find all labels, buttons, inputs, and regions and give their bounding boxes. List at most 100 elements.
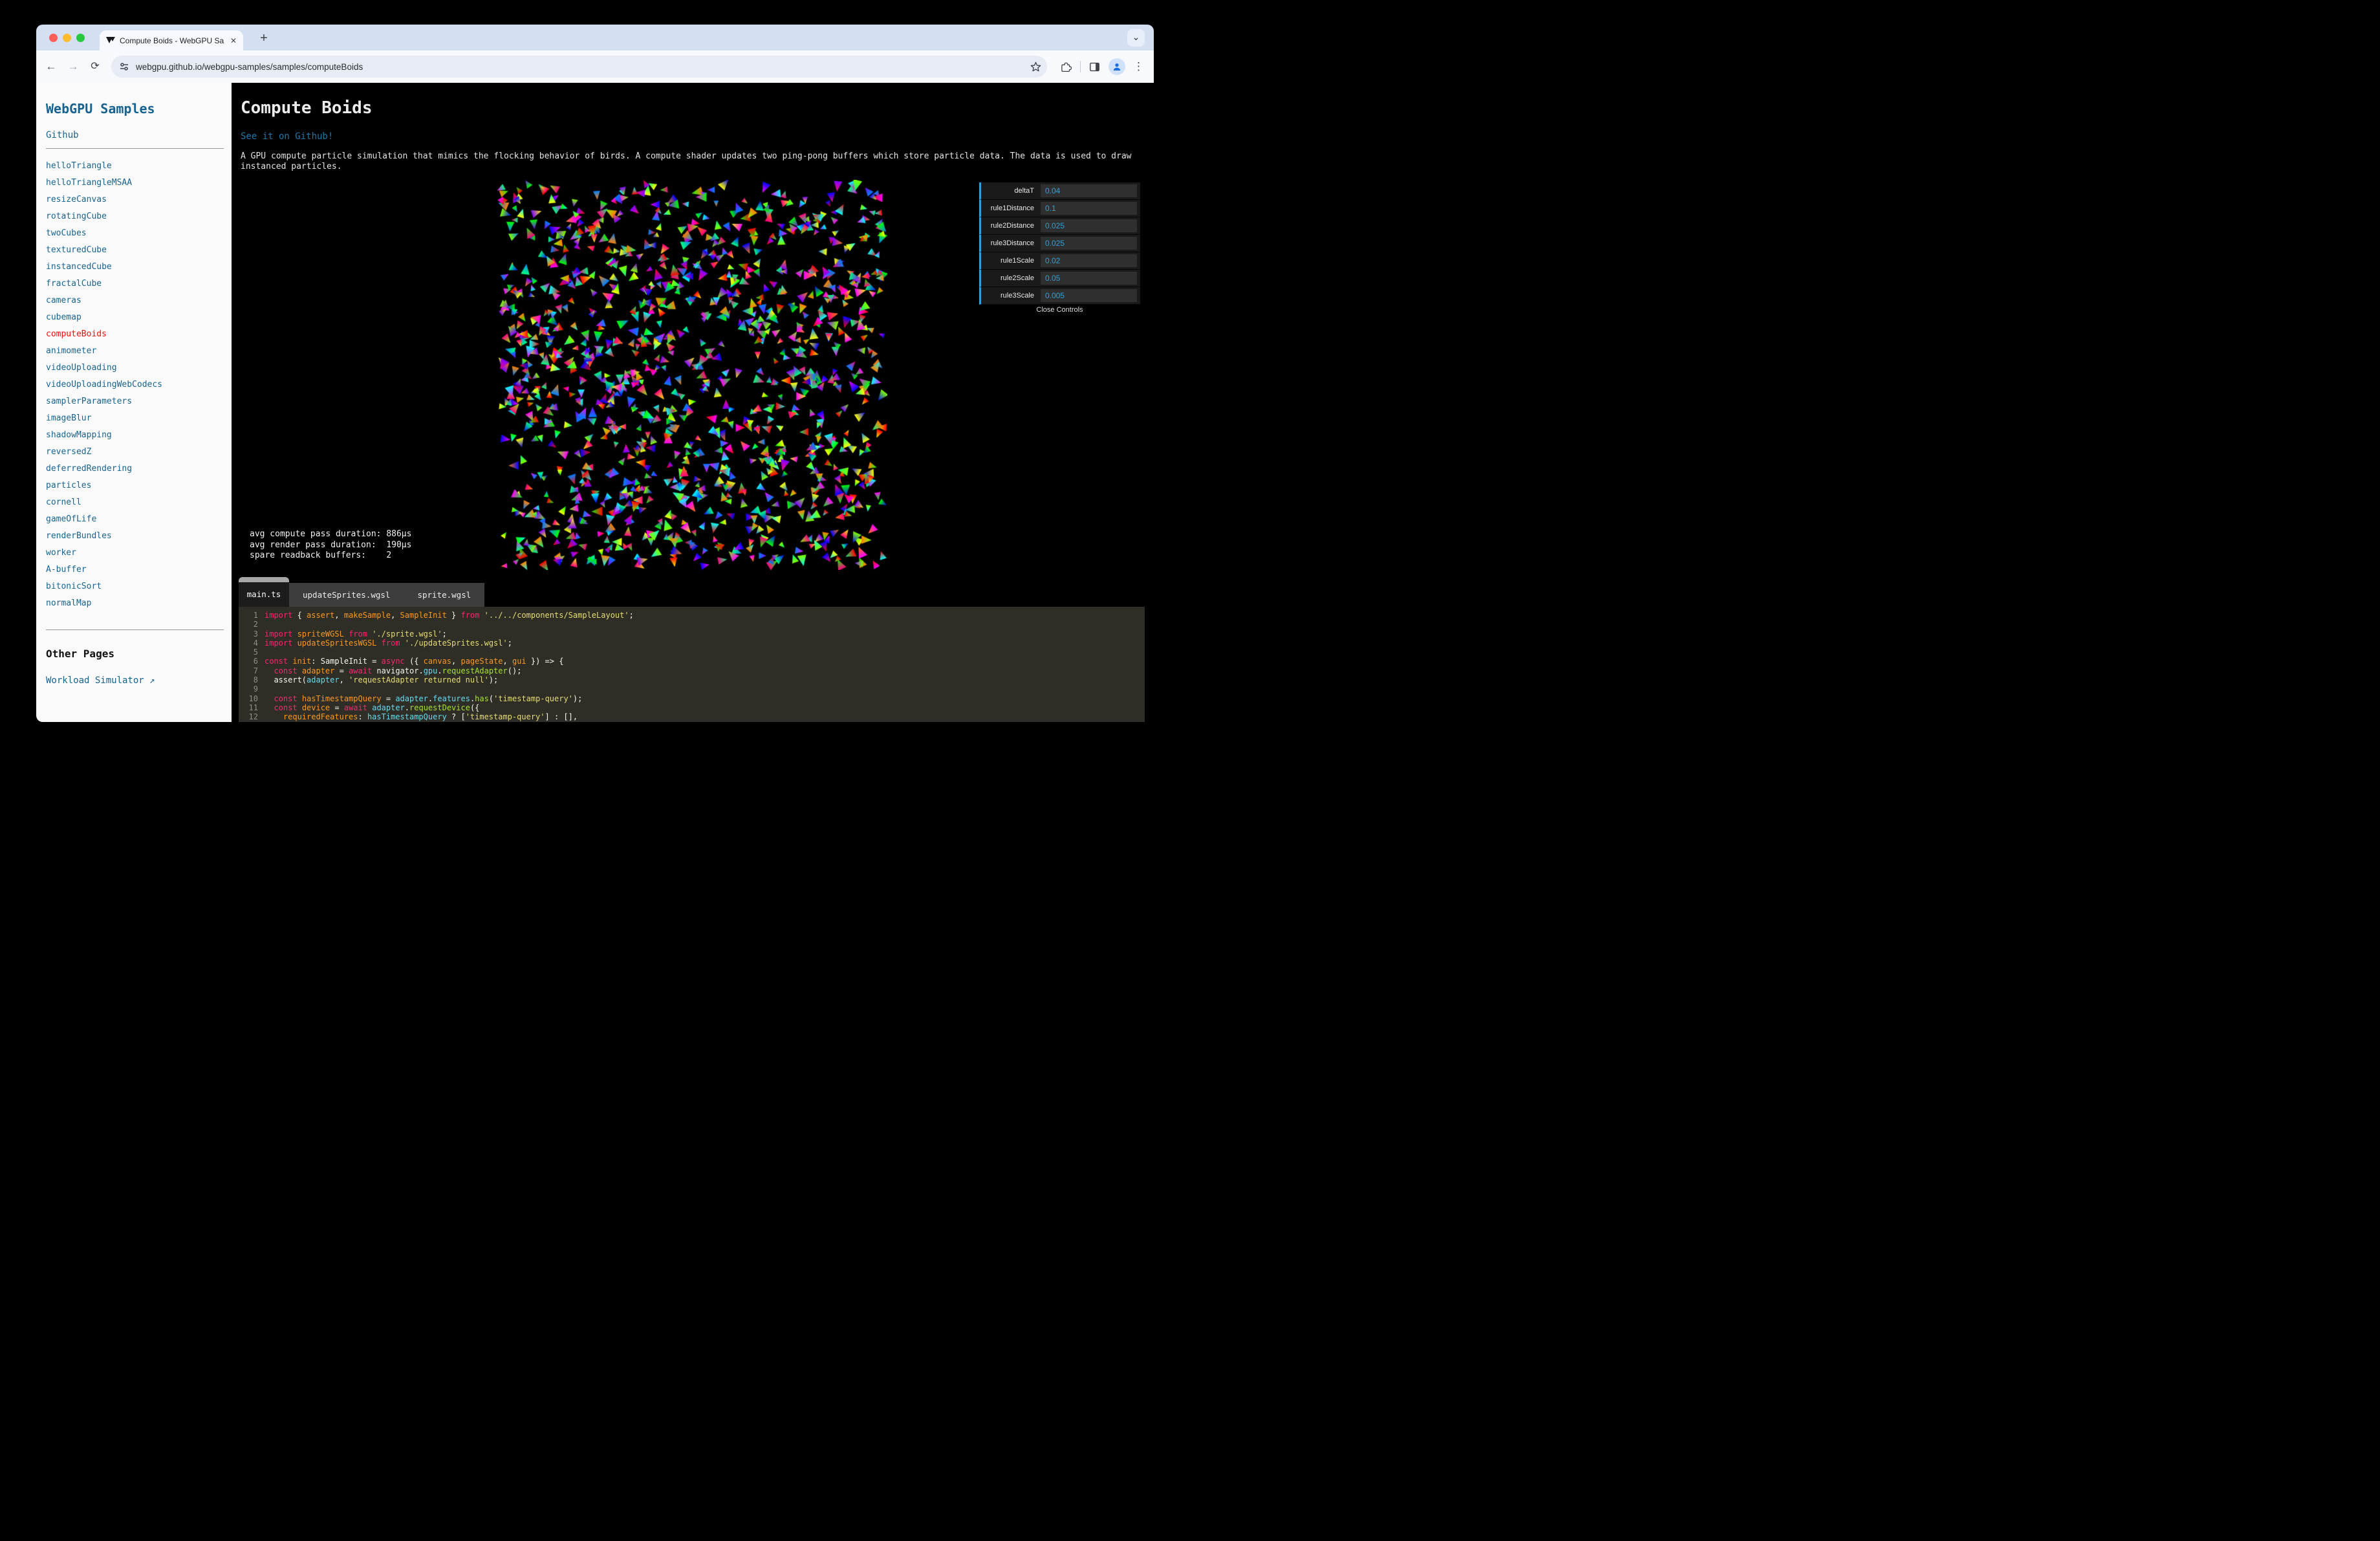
site-settings-icon[interactable]	[119, 61, 129, 72]
sidebar-item-cornell[interactable]: cornell	[46, 494, 224, 511]
extensions-icon[interactable]	[1060, 61, 1072, 73]
gui-value-input[interactable]: 0.005	[1041, 289, 1137, 302]
sidebar-item-workload-simulator[interactable]: Workload Simulator ↗	[46, 675, 224, 686]
list-item: deferredRendering	[46, 461, 224, 477]
close-controls-button[interactable]: Close Controls	[979, 305, 1140, 316]
list-item: instancedCube	[46, 259, 224, 276]
browser-tab[interactable]: Compute Boids - WebGPU Sa ✕	[100, 30, 243, 50]
list-item: reversedZ	[46, 444, 224, 461]
code-tab-bar: main.ts updateSprites.wgsl sprite.wgsl	[239, 577, 1145, 607]
see-on-github-link[interactable]: See it on Github!	[241, 131, 333, 142]
sample-list: helloTriangle helloTriangleMSAA resizeCanv…	[46, 158, 224, 612]
code-tab-sprite-wgsl[interactable]: sprite.wgsl	[404, 583, 484, 607]
sidebar-item-reversedZ[interactable]: reversedZ	[46, 444, 224, 461]
sidebar-item-resizeCanvas[interactable]: resizeCanvas	[46, 191, 224, 208]
webgpu-favicon	[106, 36, 115, 43]
sidebar-item-videoUploading[interactable]: videoUploading	[46, 360, 224, 377]
sidebar-item-worker[interactable]: worker	[46, 545, 224, 562]
gui-label: rule2Distance	[990, 222, 1034, 230]
sidebar: WebGPU Samples Github helloTriangle hello…	[36, 83, 232, 722]
gui-value-input[interactable]: 0.025	[1041, 237, 1137, 250]
gui-label: rule1Distance	[990, 204, 1034, 212]
gui-label: deltaT	[1014, 187, 1034, 195]
boids-simulation-canvas[interactable]	[497, 180, 887, 570]
sidebar-item-shadowMapping[interactable]: shadowMapping	[46, 427, 224, 444]
code-line: 10 const hasTimestampQuery = adapter.fea…	[248, 694, 583, 703]
tab-title: Compute Boids - WebGPU Sa	[120, 36, 224, 45]
sidebar-item-particles[interactable]: particles	[46, 477, 224, 494]
code-tab-updateSprites-wgsl[interactable]: updateSprites.wgsl	[289, 583, 404, 607]
url-text[interactable]: webgpu.github.io/webgpu-samples/samples/…	[136, 62, 1030, 72]
list-item: rotatingCube	[46, 208, 224, 225]
list-item: particles	[46, 477, 224, 494]
forward-icon[interactable]: →	[63, 57, 83, 76]
code-tab-main-ts[interactable]: main.ts	[239, 577, 289, 607]
sidebar-item-cubemap[interactable]: cubemap	[46, 309, 224, 326]
list-item: imageBlur	[46, 410, 224, 427]
code-line: 11 const device = await adapter.requestD…	[248, 703, 480, 712]
gui-value-input[interactable]: 0.025	[1041, 219, 1137, 232]
side-panel-icon[interactable]	[1088, 61, 1101, 73]
gui-row-deltaT: deltaT 0.04	[979, 182, 1140, 200]
list-item: cubemap	[46, 309, 224, 326]
list-item: computeBoids	[46, 326, 224, 343]
list-item: resizeCanvas	[46, 191, 224, 208]
browser-toolbar: ← → ⟳ webgpu.github.io/webgpu-samples/sa…	[36, 50, 1154, 83]
sidebar-item-videoUploadingWebCodecs[interactable]: videoUploadingWebCodecs	[46, 377, 224, 393]
menu-dots-icon[interactable]: ⋮	[1133, 60, 1145, 73]
minimize-window-button[interactable]	[63, 34, 71, 42]
sidebar-item-animometer[interactable]: animometer	[46, 343, 224, 360]
gui-row-rule1Scale: rule1Scale 0.02	[979, 252, 1140, 270]
sidebar-item-cameras[interactable]: cameras	[46, 292, 224, 309]
sidebar-item-samplerParameters[interactable]: samplerParameters	[46, 393, 224, 410]
sidebar-item-instancedCube[interactable]: instancedCube	[46, 259, 224, 276]
sidebar-item-imageBlur[interactable]: imageBlur	[46, 410, 224, 427]
close-window-button[interactable]	[49, 34, 58, 42]
code-line: 4 import updateSpritesWGSL from './update…	[253, 638, 512, 648]
gui-value-input[interactable]: 0.1	[1041, 202, 1137, 215]
tab-close-icon[interactable]: ✕	[229, 36, 238, 45]
gui-value-input[interactable]: 0.04	[1041, 184, 1137, 197]
code-viewer: main.ts updateSprites.wgsl sprite.wgsl 1i…	[239, 577, 1145, 722]
window-controls	[49, 34, 85, 42]
sample-main: Compute Boids See it on Github! A GPU co…	[232, 83, 1154, 722]
tab-search-chevron-icon[interactable]: ⌄	[1127, 29, 1145, 47]
zoom-window-button[interactable]	[76, 34, 85, 42]
sidebar-item-gameOfLife[interactable]: gameOfLife	[46, 511, 224, 528]
sidebar-item-bitonicSort[interactable]: bitonicSort	[46, 578, 224, 595]
list-item: shadowMapping	[46, 427, 224, 444]
source-code[interactable]: 1 import { assert, makeSample, SampleInit…	[239, 607, 1145, 722]
gui-row-rule3Scale: rule3Scale 0.005	[979, 287, 1140, 305]
sidebar-item-rotatingCube[interactable]: rotatingCube	[46, 208, 224, 225]
toolbar-right-icons: ⋮	[1054, 58, 1147, 75]
gui-value-input[interactable]: 0.02	[1041, 254, 1137, 267]
list-item: renderBundles	[46, 528, 224, 545]
sidebar-item-fractalCube[interactable]: fractalCube	[46, 276, 224, 292]
sidebar-item-computeBoids[interactable]: computeBoids	[46, 326, 224, 343]
sidebar-item-twoCubes[interactable]: twoCubes	[46, 225, 224, 242]
code-line: 2	[253, 620, 258, 629]
browser-window: Compute Boids - WebGPU Sa ✕ + ⌄ ← → ⟳ we…	[36, 25, 1154, 722]
sidebar-github-link[interactable]: Github	[46, 130, 224, 140]
gui-value-input[interactable]: 0.05	[1041, 272, 1137, 285]
back-icon[interactable]: ←	[41, 57, 61, 76]
list-item: cornell	[46, 494, 224, 511]
gui-row-rule1Distance: rule1Distance 0.1	[979, 200, 1140, 217]
sidebar-item-helloTriangle[interactable]: helloTriangle	[46, 158, 224, 175]
new-tab-button[interactable]: +	[255, 30, 273, 48]
sidebar-title: WebGPU Samples	[46, 101, 155, 116]
sample-description: A GPU compute particle simulation that m…	[241, 151, 1132, 171]
reload-icon[interactable]: ⟳	[85, 57, 105, 76]
sidebar-divider	[46, 148, 224, 149]
list-item: worker	[46, 545, 224, 562]
sidebar-item-helloTriangleMSAA[interactable]: helloTriangleMSAA	[46, 175, 224, 191]
address-bar[interactable]: webgpu.github.io/webgpu-samples/samples/…	[111, 56, 1047, 78]
bookmark-star-icon[interactable]	[1030, 61, 1042, 73]
sidebar-item-normalMap[interactable]: normalMap	[46, 595, 224, 612]
list-item: bitonicSort	[46, 578, 224, 595]
sidebar-item-renderBundles[interactable]: renderBundles	[46, 528, 224, 545]
profile-avatar[interactable]	[1109, 58, 1125, 75]
sidebar-item-A-buffer[interactable]: A-buffer	[46, 562, 224, 578]
sidebar-item-deferredRendering[interactable]: deferredRendering	[46, 461, 224, 477]
sidebar-item-texturedCube[interactable]: texturedCube	[46, 242, 224, 259]
